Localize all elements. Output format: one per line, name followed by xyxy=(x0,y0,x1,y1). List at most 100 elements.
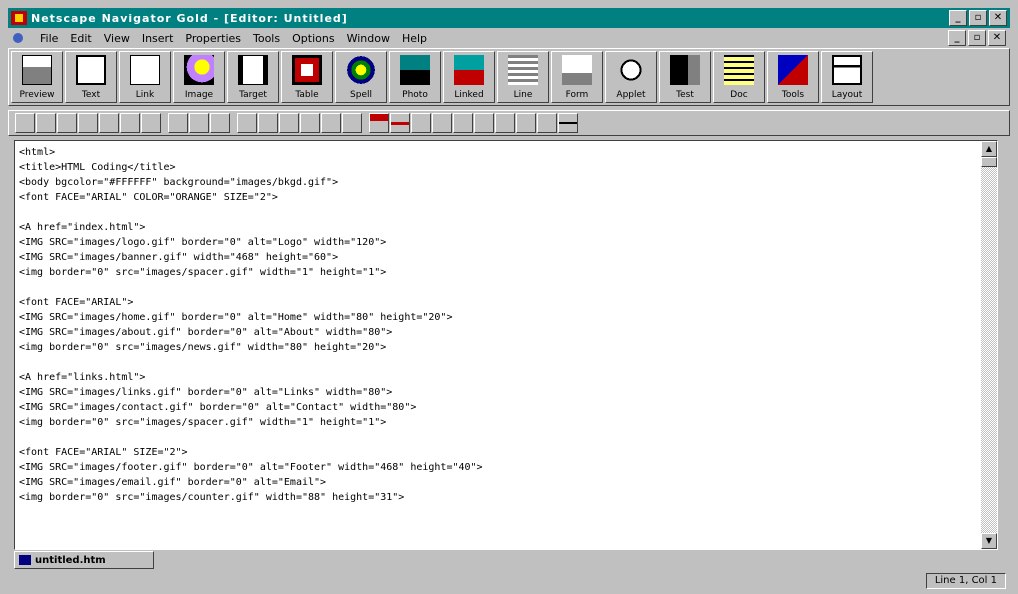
toolbar-button-label: Target xyxy=(239,90,267,100)
layout-icon xyxy=(832,55,862,85)
h6-icon[interactable] xyxy=(342,113,362,133)
align-right-icon[interactable] xyxy=(474,113,494,133)
h1-icon[interactable] xyxy=(237,113,257,133)
italic-icon[interactable] xyxy=(189,113,209,133)
applet-toolbar-button[interactable]: Applet xyxy=(605,51,657,103)
toolbar-button-label: Preview xyxy=(19,90,55,100)
cursor-position: Line 1, Col 1 xyxy=(925,573,1006,589)
open-icon[interactable] xyxy=(36,113,56,133)
menu-tools[interactable]: Tools xyxy=(247,32,286,45)
toolbar-button-label: Spell xyxy=(350,90,372,100)
toolbar-button-label: Linked xyxy=(454,90,484,100)
underline-icon[interactable] xyxy=(210,113,230,133)
align-center-icon[interactable] xyxy=(453,113,473,133)
toolbar-button-label: Form xyxy=(565,90,589,100)
align-left-icon[interactable] xyxy=(432,113,452,133)
layout-toolbar-button[interactable]: Layout xyxy=(821,51,873,103)
h3-icon[interactable] xyxy=(279,113,299,133)
document-icon[interactable] xyxy=(12,31,28,45)
doc-icon xyxy=(724,55,754,85)
image-icon xyxy=(184,55,214,85)
toolbar-button-label: Doc xyxy=(730,90,748,100)
toolbar-button-label: Image xyxy=(184,90,214,100)
text-color-icon[interactable] xyxy=(369,113,389,133)
h4-icon[interactable] xyxy=(300,113,320,133)
editor-area[interactable]: <html> <title>HTML Coding</title> <body … xyxy=(14,140,998,550)
text-icon xyxy=(76,55,106,85)
maximize-button[interactable]: ▫ xyxy=(969,10,987,26)
main-toolbar: Preview Text Link Image Target Table Spell Phot… xyxy=(8,48,1010,106)
h5-icon[interactable] xyxy=(321,113,341,133)
toolbar-button-label: Applet xyxy=(616,90,646,100)
doc-close-button[interactable]: ✕ xyxy=(988,30,1006,46)
save-icon[interactable] xyxy=(57,113,77,133)
menu-help[interactable]: Help xyxy=(396,32,433,45)
linked-toolbar-button[interactable]: Linked xyxy=(443,51,495,103)
list-icon[interactable] xyxy=(495,113,515,133)
minimize-button[interactable]: _ xyxy=(949,10,967,26)
spell-toolbar-button[interactable]: Spell xyxy=(335,51,387,103)
document-tab[interactable]: untitled.htm xyxy=(14,551,154,569)
applet-icon xyxy=(616,55,646,85)
line-toolbar-button[interactable]: Line xyxy=(497,51,549,103)
indent-icon[interactable] xyxy=(411,113,431,133)
photo-toolbar-button[interactable]: Photo xyxy=(389,51,441,103)
h2-icon[interactable] xyxy=(258,113,278,133)
tools-icon xyxy=(778,55,808,85)
preview-icon xyxy=(22,55,52,85)
toolbar-button-label: Photo xyxy=(402,90,428,100)
copy-icon[interactable] xyxy=(120,113,140,133)
text-toolbar-button[interactable]: Text xyxy=(65,51,117,103)
menu-view[interactable]: View xyxy=(98,32,136,45)
menu-edit[interactable]: Edit xyxy=(64,32,97,45)
image-icon[interactable] xyxy=(516,113,536,133)
test-toolbar-button[interactable]: Test xyxy=(659,51,711,103)
linked-icon xyxy=(454,55,484,85)
toolbar-button-label: Line xyxy=(513,90,533,100)
new-icon[interactable] xyxy=(15,113,35,133)
print-icon[interactable] xyxy=(78,113,98,133)
link-toolbar-button[interactable]: Link xyxy=(119,51,171,103)
tools-toolbar-button[interactable]: Tools xyxy=(767,51,819,103)
toolbar-button-label: Tools xyxy=(781,90,805,100)
doc-toolbar-button[interactable]: Doc xyxy=(713,51,765,103)
cut-icon[interactable] xyxy=(99,113,119,133)
bold-icon[interactable] xyxy=(168,113,188,133)
doc-minimize-button[interactable]: _ xyxy=(948,30,966,46)
paste-icon[interactable] xyxy=(141,113,161,133)
image-toolbar-button[interactable]: Image xyxy=(173,51,225,103)
editor-text[interactable]: <html> <title>HTML Coding</title> <body … xyxy=(19,145,977,505)
table-toolbar-button[interactable]: Table xyxy=(281,51,333,103)
format-toolbar xyxy=(8,110,1010,136)
scroll-up-arrow-icon[interactable]: ▲ xyxy=(981,141,997,157)
menu-properties[interactable]: Properties xyxy=(179,32,247,45)
title-bar: Netscape Navigator Gold - [Editor: Untit… xyxy=(8,8,1010,28)
menu-bar: File Edit View Insert Properties Tools O… xyxy=(8,29,1010,47)
menu-window[interactable]: Window xyxy=(341,32,396,45)
test-icon xyxy=(670,55,700,85)
vertical-scrollbar[interactable]: ▲ ▼ xyxy=(981,141,997,549)
spell-icon xyxy=(346,55,376,85)
hr-icon[interactable] xyxy=(390,113,410,133)
menu-insert[interactable]: Insert xyxy=(136,32,180,45)
status-bar: Line 1, Col 1 xyxy=(8,572,1010,590)
link-icon xyxy=(130,55,160,85)
close-button[interactable]: ✕ xyxy=(989,10,1007,26)
window-title: Netscape Navigator Gold - [Editor: Untit… xyxy=(31,11,348,25)
scroll-thumb[interactable] xyxy=(981,157,997,167)
toolbar-button-label: Text xyxy=(81,90,101,100)
form-toolbar-button[interactable]: Form xyxy=(551,51,603,103)
preview-toolbar-button[interactable]: Preview xyxy=(11,51,63,103)
target-toolbar-button[interactable]: Target xyxy=(227,51,279,103)
rule-icon[interactable] xyxy=(558,113,578,133)
app-icon[interactable] xyxy=(11,11,27,25)
line-icon xyxy=(508,55,538,85)
menu-file[interactable]: File xyxy=(34,32,64,45)
toolbar-button-label: Link xyxy=(135,90,155,100)
scroll-down-arrow-icon[interactable]: ▼ xyxy=(981,533,997,549)
table-icon[interactable] xyxy=(537,113,557,133)
form-icon xyxy=(562,55,592,85)
doc-restore-button[interactable]: ▫ xyxy=(968,30,986,46)
target-icon xyxy=(238,55,268,85)
menu-options[interactable]: Options xyxy=(286,32,340,45)
